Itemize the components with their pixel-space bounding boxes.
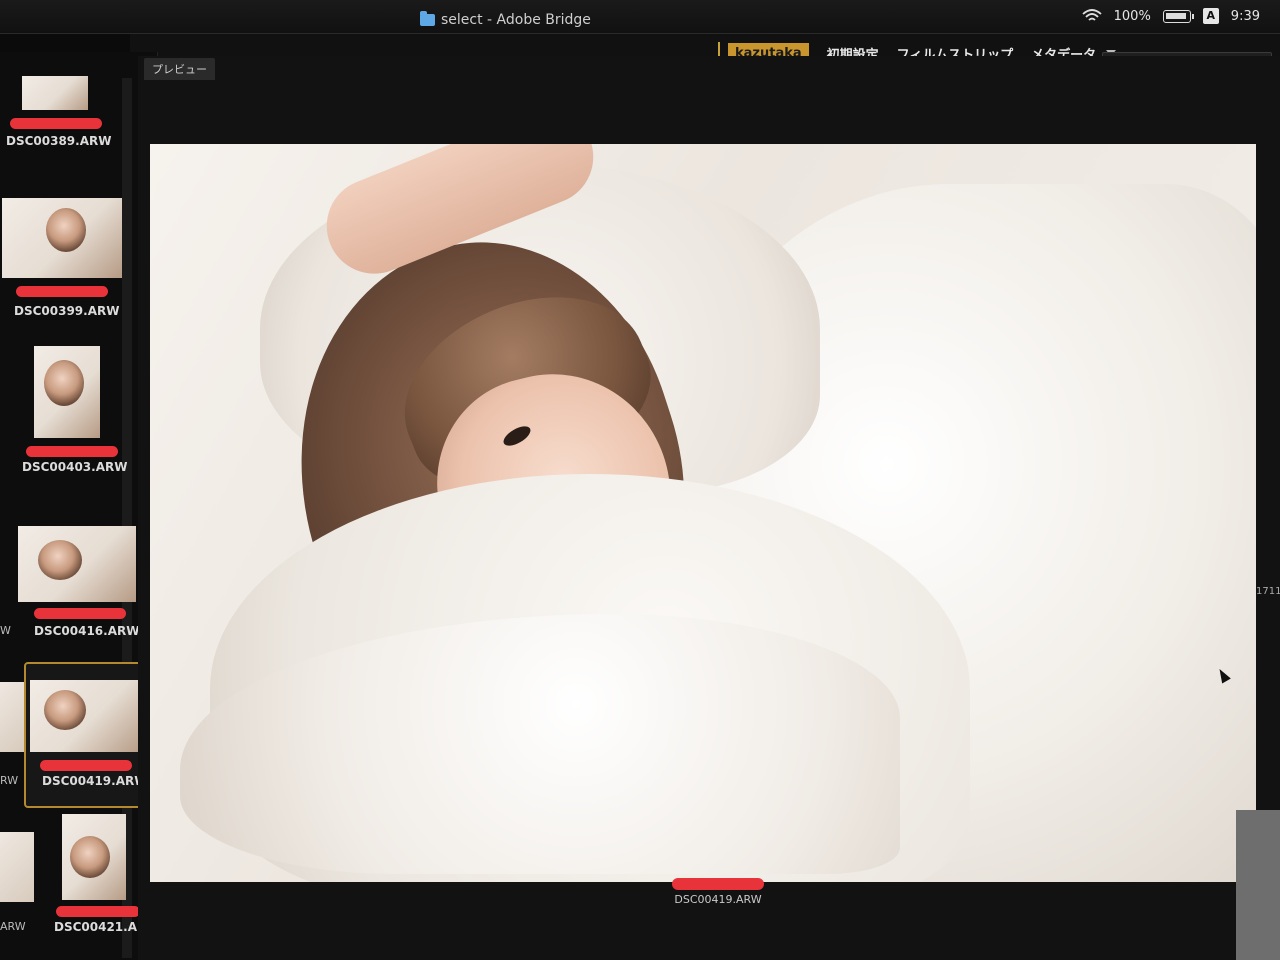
film-item[interactable]: DSC00416.ARW — [0, 524, 139, 644]
thumbnail-subject — [38, 540, 82, 580]
thumbnail-subject — [70, 836, 110, 878]
status-area: 100% A 9:39 — [1082, 8, 1260, 24]
film-item[interactable]: DSC00389.ARW — [0, 72, 124, 152]
film-item-selected[interactable]: DSC00419.ARW — [24, 662, 148, 808]
partial-thumbnail[interactable] — [0, 682, 24, 752]
input-source-icon[interactable]: A — [1202, 8, 1219, 24]
film-item[interactable]: DSC00403.ARW — [0, 344, 128, 484]
thumbnail[interactable] — [62, 814, 126, 900]
right-edge-text: 1711 — [1256, 586, 1280, 597]
thumbnail[interactable] — [22, 76, 88, 110]
tab-preview[interactable]: プレビュー — [144, 58, 215, 80]
menu-bar: select - Adobe Bridge 100% A 9:39 — [0, 0, 1280, 34]
wifi-icon[interactable] — [1082, 9, 1102, 23]
label-red — [26, 446, 118, 457]
partial-thumbnail[interactable] — [0, 832, 34, 902]
label-red — [16, 286, 108, 297]
battery-percent: 100% — [1113, 8, 1151, 24]
thumbnail-subject — [46, 208, 86, 252]
label-red — [56, 906, 140, 917]
label-red — [40, 760, 132, 771]
battery-icon[interactable] — [1162, 9, 1194, 23]
window-title-text: select - Adobe Bridge — [441, 12, 591, 28]
folder-icon — [420, 11, 435, 26]
label-red — [34, 608, 126, 619]
right-edge-panel — [1236, 810, 1280, 960]
filename: DSC00419.ARW — [42, 774, 148, 788]
thumbnail-subject — [44, 690, 86, 730]
thumbnail[interactable] — [30, 680, 142, 752]
partial-filename: RW — [0, 774, 19, 787]
filename: DSC00403.ARW — [22, 460, 128, 474]
thumbnail[interactable] — [2, 198, 122, 278]
filmstrip-panel: DSC00389.ARW DSC00399.ARW DSC00403.ARW D… — [0, 52, 159, 960]
preview-photo[interactable] — [150, 144, 1256, 882]
window-title: select - Adobe Bridge — [420, 11, 591, 28]
preview-panel: プレビュー DSC00419.ARW — [138, 56, 1280, 960]
partial-filename: ARW — [0, 920, 26, 933]
preview-filename: DSC00419.ARW — [674, 893, 762, 906]
filename: DSC00399.ARW — [14, 304, 120, 318]
label-red — [10, 118, 102, 129]
thumbnail[interactable] — [34, 346, 100, 438]
thumbnail[interactable] — [18, 526, 136, 602]
preview-label-red — [672, 878, 764, 890]
clock[interactable]: 9:39 — [1231, 9, 1260, 24]
film-item[interactable]: DSC00399.ARW — [0, 194, 124, 318]
partial-filename: W — [0, 624, 11, 637]
filename: DSC00416.ARW — [34, 624, 140, 638]
filename: DSC00389.ARW — [6, 134, 112, 148]
thumbnail-subject — [44, 360, 84, 406]
